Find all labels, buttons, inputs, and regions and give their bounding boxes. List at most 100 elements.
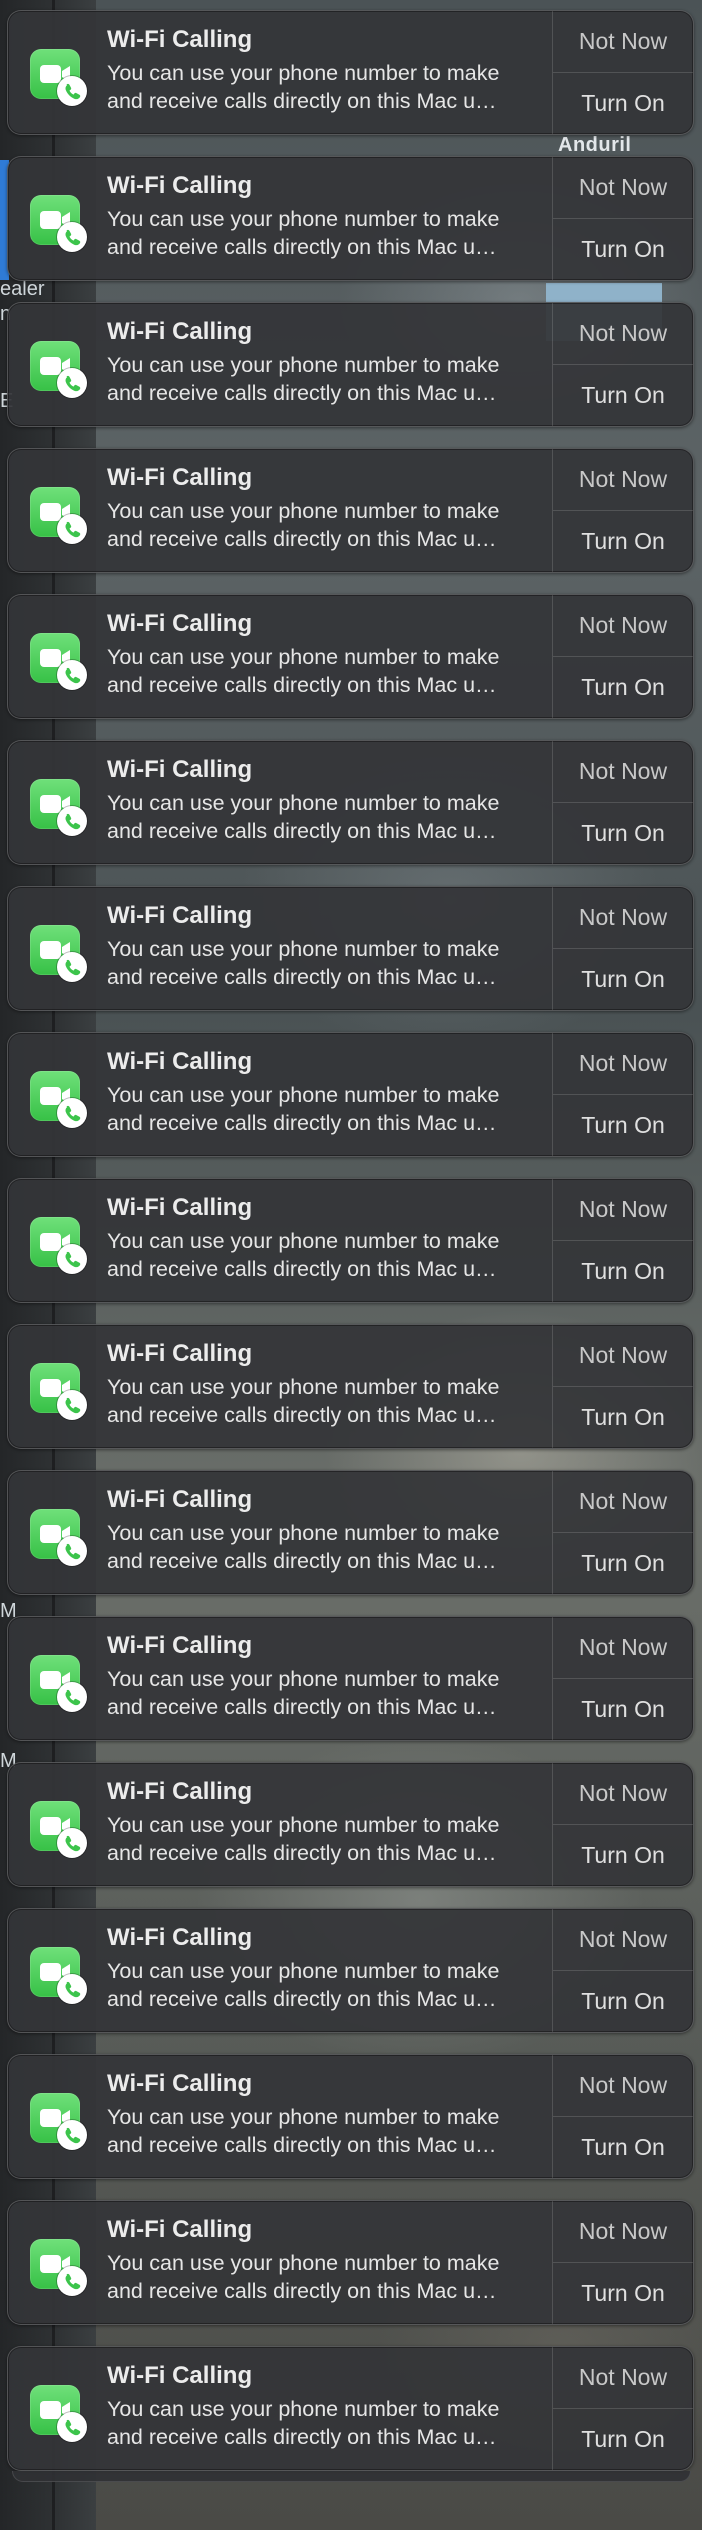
turn-on-button[interactable]: Turn On	[553, 1533, 693, 1594]
notification-content[interactable]: Wi-Fi Calling You can use your phone num…	[8, 1471, 552, 1594]
turn-on-button[interactable]: Turn On	[553, 219, 693, 280]
notification-actions: Not Now Turn On	[552, 887, 693, 1010]
notification-content[interactable]: Wi-Fi Calling You can use your phone num…	[8, 1325, 552, 1448]
phone-handset-icon	[65, 1105, 81, 1122]
notification-card[interactable]: Wi-Fi Calling You can use your phone num…	[7, 2200, 694, 2325]
turn-on-button[interactable]: Turn On	[553, 2409, 693, 2470]
not-now-button[interactable]: Not Now	[553, 887, 693, 949]
not-now-button[interactable]: Not Now	[553, 595, 693, 657]
not-now-button[interactable]: Not Now	[553, 303, 693, 365]
notification-card[interactable]: Wi-Fi Calling You can use your phone num…	[7, 1616, 694, 1741]
turn-on-button[interactable]: Turn On	[553, 949, 693, 1010]
notification-content[interactable]: Wi-Fi Calling You can use your phone num…	[8, 2201, 552, 2324]
not-now-button[interactable]: Not Now	[553, 1033, 693, 1095]
notification-card[interactable]: Wi-Fi Calling You can use your phone num…	[7, 156, 694, 281]
not-now-button[interactable]: Not Now	[553, 1325, 693, 1387]
turn-on-button[interactable]: Turn On	[553, 803, 693, 864]
not-now-button[interactable]: Not Now	[553, 741, 693, 803]
notification-body: You can use your phone number to make an…	[107, 1811, 539, 1867]
not-now-button[interactable]: Not Now	[553, 2055, 693, 2117]
not-now-button[interactable]: Not Now	[553, 1617, 693, 1679]
notification-actions: Not Now Turn On	[552, 1763, 693, 1886]
notification-card[interactable]: Wi-Fi Calling You can use your phone num…	[7, 1324, 694, 1449]
phone-badge	[57, 368, 87, 398]
notification-content[interactable]: Wi-Fi Calling You can use your phone num…	[8, 1033, 552, 1156]
turn-on-button[interactable]: Turn On	[553, 1679, 693, 1740]
notification-actions: Not Now Turn On	[552, 1033, 693, 1156]
not-now-button[interactable]: Not Now	[553, 11, 693, 73]
notification-card[interactable]: Wi-Fi Calling You can use your phone num…	[7, 1470, 694, 1595]
notification-content[interactable]: Wi-Fi Calling You can use your phone num…	[8, 741, 552, 864]
not-now-label: Not Now	[578, 1196, 668, 1222]
notification-content[interactable]: Wi-Fi Calling You can use your phone num…	[8, 1763, 552, 1886]
notification-actions: Not Now Turn On	[552, 741, 693, 864]
notification-card[interactable]: Wi-Fi Calling You can use your phone num…	[7, 2346, 694, 2471]
notification-content[interactable]: Wi-Fi Calling You can use your phone num…	[8, 1909, 552, 2032]
notification-content[interactable]: Wi-Fi Calling You can use your phone num…	[8, 449, 552, 572]
notification-card[interactable]: Wi-Fi Calling You can use your phone num…	[7, 594, 694, 719]
notification-text: Wi-Fi Calling You can use your phone num…	[107, 2201, 552, 2305]
notification-card[interactable]: Wi-Fi Calling You can use your phone num…	[7, 1178, 694, 1303]
notification-title: Wi-Fi Calling	[107, 1340, 253, 1367]
notification-content[interactable]: Wi-Fi Calling You can use your phone num…	[8, 11, 552, 134]
notification-content[interactable]: Wi-Fi Calling You can use your phone num…	[8, 1617, 552, 1740]
turn-on-label: Turn On	[581, 2134, 665, 2160]
notification-body-line: You can use your phone number to make	[107, 1083, 500, 1107]
background-window-label: Anduril	[558, 134, 632, 156]
facetime-app-icon	[30, 2093, 87, 2150]
notification-body-line: and receive calls directly on this Mac u…	[107, 381, 497, 405]
turn-on-button[interactable]: Turn On	[553, 1095, 693, 1156]
turn-on-label: Turn On	[581, 1258, 665, 1284]
notification-card[interactable]: Wi-Fi Calling You can use your phone num…	[7, 1908, 694, 2033]
turn-on-button[interactable]: Turn On	[553, 1825, 693, 1886]
not-now-button[interactable]: Not Now	[553, 1909, 693, 1971]
notification-content[interactable]: Wi-Fi Calling You can use your phone num…	[8, 595, 552, 718]
turn-on-button[interactable]: Turn On	[553, 1387, 693, 1448]
phone-handset-icon	[65, 959, 81, 976]
phone-handset-icon	[65, 1835, 81, 1852]
notification-body-line: and receive calls directly on this Mac u…	[107, 819, 497, 843]
turn-on-button[interactable]: Turn On	[553, 657, 693, 718]
notification-body-line: and receive calls directly on this Mac u…	[107, 965, 497, 989]
notification-card[interactable]: Wi-Fi Calling You can use your phone num…	[7, 302, 694, 427]
notification-text: Wi-Fi Calling You can use your phone num…	[107, 1909, 552, 2013]
notification-card[interactable]: Wi-Fi Calling You can use your phone num…	[7, 448, 694, 573]
notification-card[interactable]: Wi-Fi Calling You can use your phone num…	[7, 1032, 694, 1157]
facetime-app-icon	[30, 341, 87, 398]
notification-content[interactable]: Wi-Fi Calling You can use your phone num…	[8, 1179, 552, 1302]
phone-badge	[57, 222, 87, 252]
notification-text: Wi-Fi Calling You can use your phone num…	[107, 303, 552, 407]
not-now-button[interactable]: Not Now	[553, 1471, 693, 1533]
turn-on-button[interactable]: Turn On	[553, 2117, 693, 2178]
facetime-app-icon	[30, 1363, 87, 1420]
turn-on-button[interactable]: Turn On	[553, 73, 693, 134]
notification-body-line: and receive calls directly on this Mac u…	[107, 1403, 497, 1427]
notification-card[interactable]: Wi-Fi Calling You can use your phone num…	[7, 886, 694, 1011]
not-now-button[interactable]: Not Now	[553, 2347, 693, 2409]
turn-on-button[interactable]: Turn On	[553, 511, 693, 572]
notification-card[interactable]: Wi-Fi Calling You can use your phone num…	[7, 10, 694, 135]
not-now-button[interactable]: Not Now	[553, 449, 693, 511]
notification-card[interactable]: Wi-Fi Calling You can use your phone num…	[7, 740, 694, 865]
notification-body-line: and receive calls directly on this Mac u…	[107, 2133, 497, 2157]
notification-title: Wi-Fi Calling	[107, 2216, 253, 2243]
turn-on-button[interactable]: Turn On	[553, 2263, 693, 2324]
not-now-button[interactable]: Not Now	[553, 1763, 693, 1825]
turn-on-button[interactable]: Turn On	[553, 1241, 693, 1302]
notification-content[interactable]: Wi-Fi Calling You can use your phone num…	[8, 157, 552, 280]
not-now-label: Not Now	[578, 1342, 668, 1368]
turn-on-button[interactable]: Turn On	[553, 365, 693, 426]
notification-card[interactable]: Wi-Fi Calling You can use your phone num…	[7, 2054, 694, 2179]
notification-card[interactable]: Wi-Fi Calling You can use your phone num…	[7, 1762, 694, 1887]
notification-content[interactable]: Wi-Fi Calling You can use your phone num…	[8, 887, 552, 1010]
notification-content[interactable]: Wi-Fi Calling You can use your phone num…	[8, 2347, 552, 2470]
notification-content[interactable]: Wi-Fi Calling You can use your phone num…	[8, 303, 552, 426]
notification-body-line: You can use your phone number to make	[107, 1813, 500, 1837]
notification-actions: Not Now Turn On	[552, 2201, 693, 2324]
turn-on-button[interactable]: Turn On	[553, 1971, 693, 2032]
not-now-button[interactable]: Not Now	[553, 157, 693, 219]
notification-content[interactable]: Wi-Fi Calling You can use your phone num…	[8, 2055, 552, 2178]
not-now-button[interactable]: Not Now	[553, 2201, 693, 2263]
not-now-button[interactable]: Not Now	[553, 1179, 693, 1241]
notification-body: You can use your phone number to make an…	[107, 205, 539, 261]
